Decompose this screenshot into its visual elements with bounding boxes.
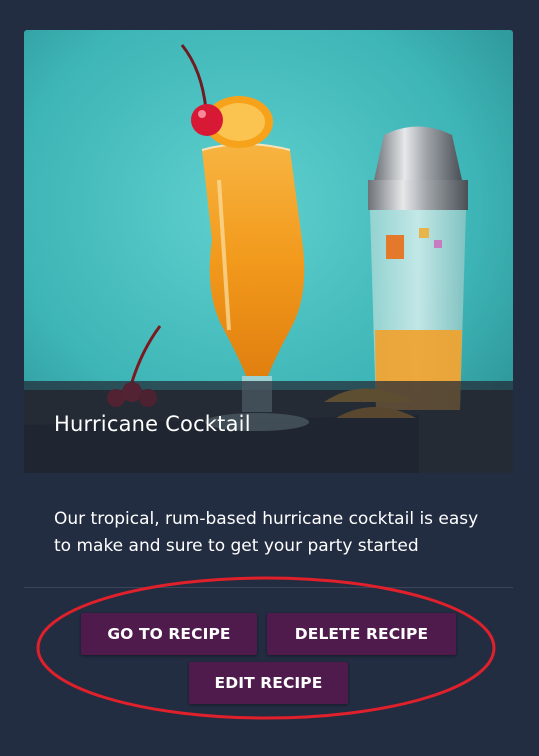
recipe-title: Hurricane Cocktail: [54, 412, 251, 436]
go-to-recipe-button[interactable]: GO TO RECIPE: [81, 613, 257, 655]
edit-recipe-button[interactable]: EDIT RECIPE: [189, 662, 348, 704]
divider: [24, 587, 513, 588]
recipe-card: Hurricane Cocktail Our tropical, rum-bas…: [24, 30, 513, 756]
recipe-description: Our tropical, rum-based hurricane cockta…: [54, 509, 479, 556]
delete-recipe-button[interactable]: DELETE RECIPE: [267, 613, 456, 655]
